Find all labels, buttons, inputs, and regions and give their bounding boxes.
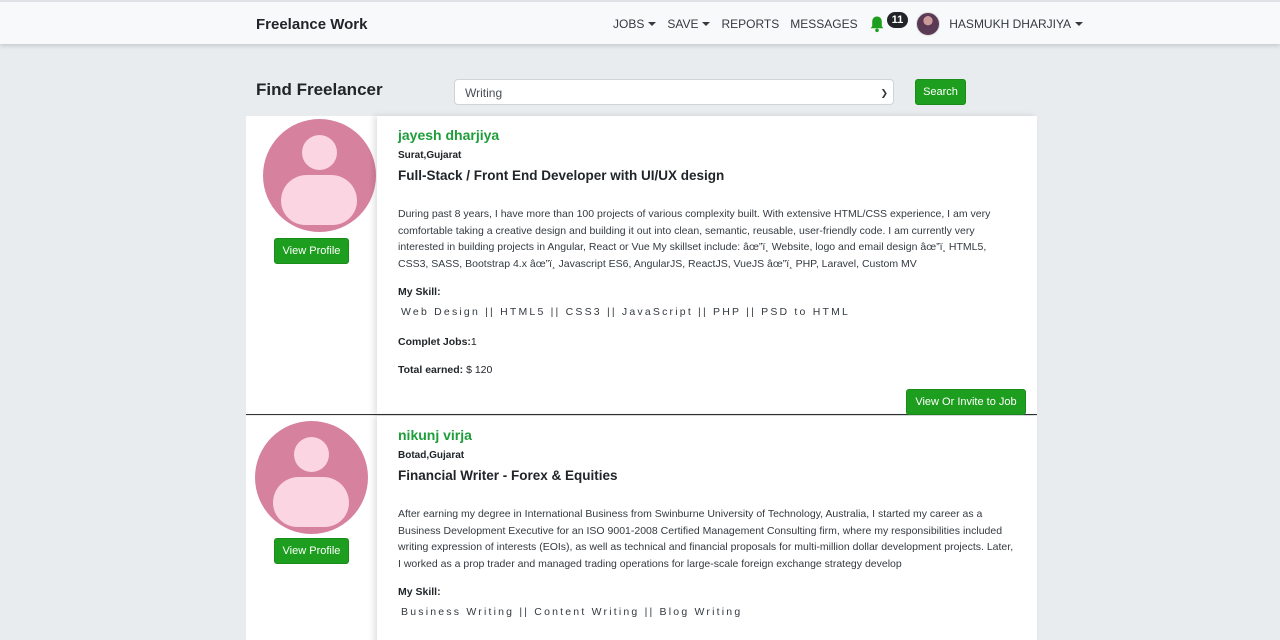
- freelancer-headline: Financial Writer - Forex & Equities: [398, 468, 618, 483]
- nav-menu: JOBS SAVE REPORTS MESSAGES 11 HASMUKH DH…: [613, 2, 1094, 46]
- freelancer-description: During past 8 years, I have more than 10…: [398, 208, 991, 270]
- user-avatar[interactable]: [916, 12, 941, 36]
- chevron-down-icon: [702, 22, 711, 26]
- skill-list: Web Design || HTML5 || CSS3 || JavaScrip…: [401, 306, 851, 318]
- nav-reports-link[interactable]: REPORTS: [721, 17, 779, 31]
- nav-jobs-label: JOBS: [613, 17, 645, 31]
- notification-count-badge: 11: [886, 12, 909, 28]
- user-name: HASMUKH DHARJIYA: [949, 17, 1072, 31]
- freelancer-card-sidebar: View Profile: [246, 116, 377, 414]
- search-button[interactable]: Search: [915, 79, 966, 105]
- total-earned-label: Total earned:: [398, 364, 464, 376]
- freelancer-card-details: nikunj virja Botad,Gujarat Financial Wri…: [377, 416, 1037, 640]
- freelancer-card-sidebar: View Profile: [246, 416, 377, 640]
- avatar-body-shape: [273, 477, 349, 527]
- bell-icon[interactable]: [868, 15, 886, 33]
- user-menu-dropdown[interactable]: HASMUKH DHARJIYA: [949, 17, 1084, 31]
- avatar-body-shape: [281, 175, 357, 225]
- view-profile-button[interactable]: View Profile: [274, 538, 349, 564]
- skill-label: My Skill:: [398, 586, 441, 598]
- view-profile-button[interactable]: View Profile: [274, 238, 349, 264]
- freelancer-location: Surat,Gujarat: [398, 150, 462, 161]
- chevron-down-icon: [648, 22, 657, 26]
- avatar-head-shape: [302, 135, 337, 170]
- completed-jobs-label: Complet Jobs:: [398, 336, 471, 348]
- chevron-down-icon: [1075, 22, 1084, 26]
- nav-save-label: SAVE: [667, 17, 699, 31]
- freelancer-description: After earning my degree in International…: [398, 508, 1014, 570]
- freelancer-headline: Full-Stack / Front End Developer with UI…: [398, 168, 725, 183]
- freelancer-name[interactable]: jayesh dharjiya: [398, 127, 499, 143]
- category-select-value: Writing: [465, 86, 503, 100]
- freelancer-avatar: [255, 421, 368, 534]
- avatar-head-shape: [294, 437, 329, 472]
- nav-messages-link[interactable]: MESSAGES: [790, 17, 857, 31]
- total-earned-value: $ 120: [466, 364, 493, 376]
- top-navbar: Freelance Work JOBS SAVE REPORTS MESSAGE…: [0, 0, 1280, 44]
- category-select[interactable]: Writing ❯: [454, 79, 894, 105]
- freelancer-name[interactable]: nikunj virja: [398, 427, 472, 443]
- freelancer-avatar: [263, 119, 376, 232]
- skill-label: My Skill:: [398, 286, 441, 298]
- completed-jobs-value: 1: [470, 336, 477, 348]
- brand-logo[interactable]: Freelance Work: [256, 16, 367, 33]
- nav-jobs-dropdown[interactable]: JOBS: [613, 17, 657, 31]
- skill-list: Business Writing || Content Writing || B…: [401, 606, 743, 618]
- page-title: Find Freelancer: [256, 80, 383, 99]
- chevron-down-icon: ❯: [880, 88, 888, 98]
- nav-save-dropdown[interactable]: SAVE: [667, 17, 711, 31]
- completed-jobs: Complet Jobs:1: [398, 336, 477, 348]
- freelancer-card-details: jayesh dharjiya Surat,Gujarat Full-Stack…: [377, 116, 1037, 415]
- freelancer-location: Botad,Gujarat: [398, 450, 465, 461]
- freelancer-card: View Profile nikunj virja Botad,Gujarat …: [246, 416, 1037, 640]
- total-earned: Total earned: $ 120: [398, 364, 492, 376]
- freelancer-card: View Profile jayesh dharjiya Surat,Gujar…: [246, 116, 1037, 415]
- invite-to-job-button[interactable]: View Or Invite to Job: [906, 389, 1026, 415]
